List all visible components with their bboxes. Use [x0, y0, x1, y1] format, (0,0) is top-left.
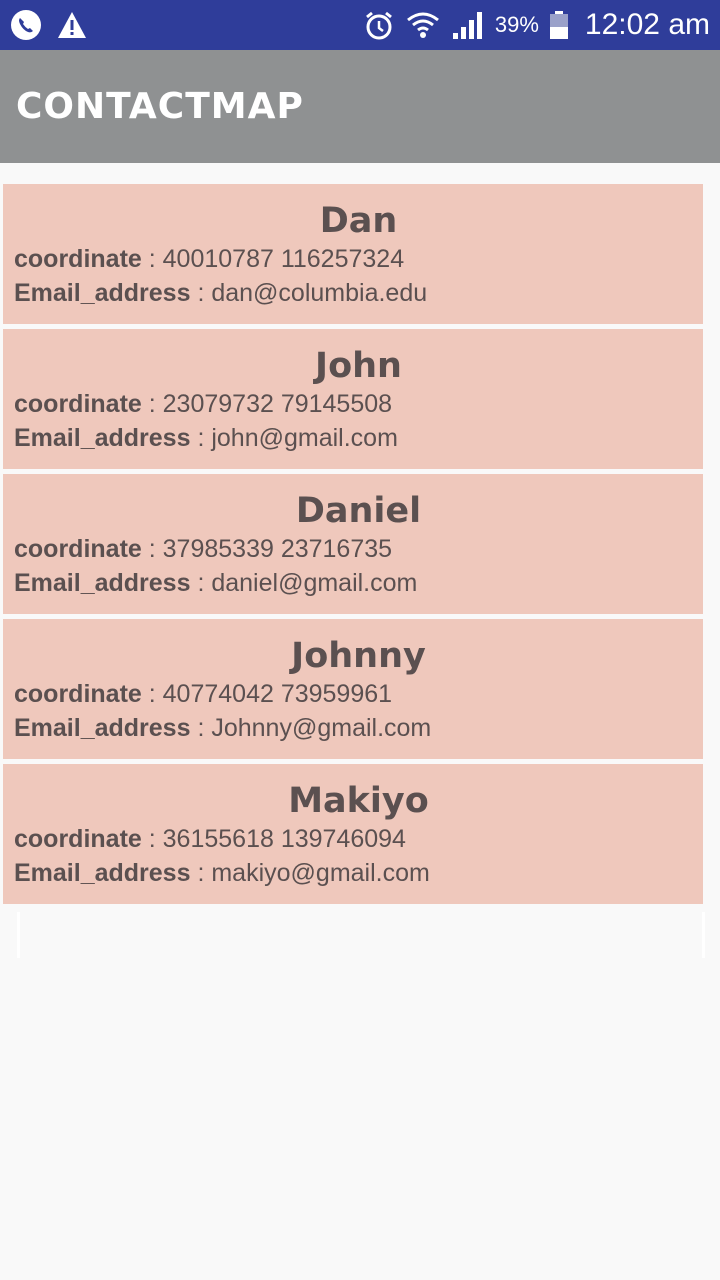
contact-name: John — [315, 346, 402, 386]
warning-icon — [56, 10, 88, 40]
list-footer — [17, 912, 705, 958]
coordinate-value: 40774042 73959961 — [162, 680, 393, 708]
clock: 12:02 am — [584, 8, 710, 41]
coordinate-value: 37985339 23716735 — [162, 535, 393, 563]
contact-card[interactable]: Dan coordinate : 40010787 116257324 Emai… — [3, 184, 703, 324]
coordinate-separator: : — [141, 390, 163, 418]
phone-call-icon — [10, 9, 42, 41]
contact-card[interactable]: Makiyo coordinate : 36155618 139746094 E… — [3, 764, 703, 904]
email-label: Email_address — [14, 569, 191, 597]
coordinate-separator: : — [141, 825, 163, 853]
email-separator: : — [190, 859, 212, 887]
contact-name: Daniel — [295, 491, 422, 531]
email-separator: : — [190, 569, 212, 597]
contact-card[interactable]: Johnny coordinate : 40774042 73959961 Em… — [3, 619, 703, 759]
coordinate-label: coordinate — [14, 825, 142, 853]
coordinate-line: coordinate : 40774042 73959961 — [14, 677, 703, 711]
status-bar: 39% 12:02 am — [0, 0, 720, 50]
email-line: Email_address : john@gmail.com — [14, 421, 703, 455]
email-line: Email_address : Johnny@gmail.com — [14, 711, 703, 745]
email-line: Email_address : daniel@gmail.com — [14, 566, 703, 600]
wifi-icon — [405, 9, 441, 41]
alarm-icon — [363, 9, 395, 41]
coordinate-label: coordinate — [14, 680, 142, 708]
email-label: Email_address — [14, 714, 191, 742]
coordinate-separator: : — [141, 535, 163, 563]
signal-icon — [451, 9, 485, 41]
email-value: makiyo@gmail.com — [211, 859, 430, 887]
email-line: Email_address : makiyo@gmail.com — [14, 856, 703, 890]
coordinate-separator: : — [141, 680, 163, 708]
app-title: CONTACTMAP — [16, 86, 304, 127]
coordinate-line: coordinate : 40010787 116257324 — [14, 242, 703, 276]
email-label: Email_address — [14, 859, 191, 887]
contact-name: Dan — [319, 201, 398, 241]
coordinate-label: coordinate — [14, 245, 142, 273]
coordinate-separator: : — [141, 245, 163, 273]
email-separator: : — [190, 279, 212, 307]
email-separator: : — [190, 424, 212, 452]
coordinate-label: coordinate — [14, 390, 142, 418]
coordinate-label: coordinate — [14, 535, 142, 563]
coordinate-line: coordinate : 37985339 23716735 — [14, 532, 703, 566]
coordinate-line: coordinate : 36155618 139746094 — [14, 822, 703, 856]
email-value: daniel@gmail.com — [211, 569, 418, 597]
contact-name: Makiyo — [288, 781, 429, 821]
contact-list: Dan coordinate : 40010787 116257324 Emai… — [3, 184, 703, 909]
email-label: Email_address — [14, 424, 191, 452]
battery-percent: 39% — [494, 12, 539, 37]
email-line: Email_address : dan@columbia.edu — [14, 276, 703, 310]
email-value: john@gmail.com — [211, 424, 398, 452]
contact-card[interactable]: Daniel coordinate : 37985339 23716735 Em… — [3, 474, 703, 614]
contact-name: Johnny — [291, 636, 426, 676]
coordinate-value: 23079732 79145508 — [162, 390, 393, 418]
email-value: dan@columbia.edu — [211, 279, 428, 307]
email-label: Email_address — [14, 279, 191, 307]
coordinate-line: coordinate : 23079732 79145508 — [14, 387, 703, 421]
coordinate-value: 36155618 139746094 — [162, 825, 406, 853]
battery-icon — [549, 10, 569, 40]
coordinate-value: 40010787 116257324 — [162, 245, 405, 273]
contact-card[interactable]: John coordinate : 23079732 79145508 Emai… — [3, 329, 703, 469]
email-separator: : — [190, 714, 212, 742]
app-bar: CONTACTMAP — [0, 50, 720, 163]
email-value: Johnny@gmail.com — [211, 714, 432, 742]
